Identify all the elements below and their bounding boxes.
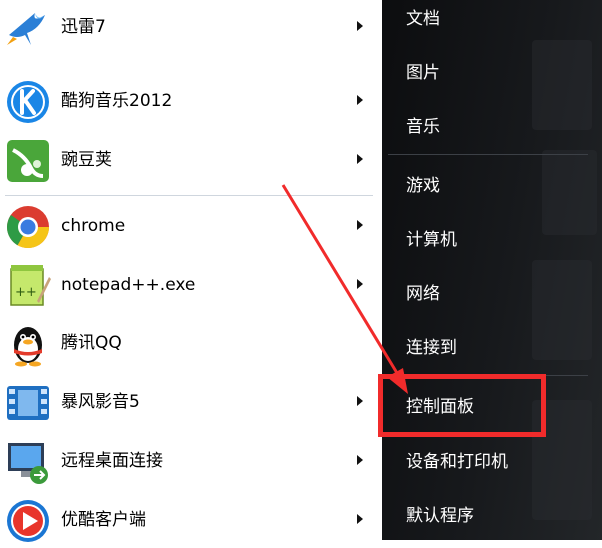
annotation-highlight-box (378, 374, 546, 437)
annotation-arrow (281, 184, 408, 394)
annotation-overlay (281, 184, 408, 394)
